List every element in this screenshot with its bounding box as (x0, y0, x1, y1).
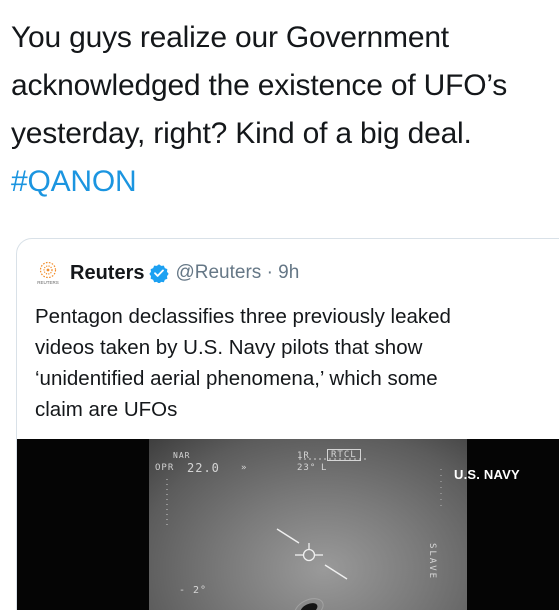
tweet-text-line: You guys realize our Government (11, 21, 449, 54)
quoted-text-line: Pentagon declassifies three previously l… (35, 305, 451, 328)
tweet-text-line: yesterday, right? Kind of a big deal. (11, 117, 472, 150)
avatar-caption: REUTERS (37, 280, 59, 285)
crosshair-icon (302, 548, 316, 562)
author-handle-and-time: @Reuters · 9h (175, 262, 300, 283)
quoted-tweet-header: REUTERS Reuters @Reuters · 9h (35, 259, 299, 287)
quoted-tweet-text: Pentagon declassifies three previously l… (35, 301, 555, 425)
quoted-text-line: claim are UFOs (35, 398, 178, 421)
infrared-footage: NAR OPR 22.0 » 1R 23° L RTCL - 2° SLAVE (149, 439, 467, 610)
reticle-line-right (324, 564, 348, 580)
reuters-avatar[interactable]: REUTERS (35, 260, 61, 286)
hashtag-link[interactable]: #QANON (11, 158, 556, 206)
reuters-logo-icon: REUTERS (37, 261, 59, 285)
quoted-text-line: videos taken by U.S. Navy pilots that sh… (35, 336, 423, 359)
author-display-name[interactable]: Reuters (70, 262, 144, 285)
tweet-text-line: acknowledged the existence of UFO’s (11, 69, 508, 102)
hud-graphics (166, 458, 442, 610)
us-navy-label: U.S. NAVY (454, 467, 520, 482)
tweet-body: You guys realize our Government acknowle… (11, 14, 556, 206)
quoted-text-line: ‘unidentified aerial phenomena,’ which s… (35, 367, 438, 390)
reticle-line-left (276, 528, 300, 544)
video-thumbnail[interactable]: NAR OPR 22.0 » 1R 23° L RTCL - 2° SLAVE (17, 439, 559, 610)
verified-badge-icon (149, 264, 170, 283)
quoted-tweet-card[interactable]: REUTERS Reuters @Reuters · 9h Pentagon d… (16, 238, 559, 610)
tweet-screenshot: You guys realize our Government acknowle… (0, 0, 559, 610)
unidentified-object-icon (300, 603, 318, 610)
